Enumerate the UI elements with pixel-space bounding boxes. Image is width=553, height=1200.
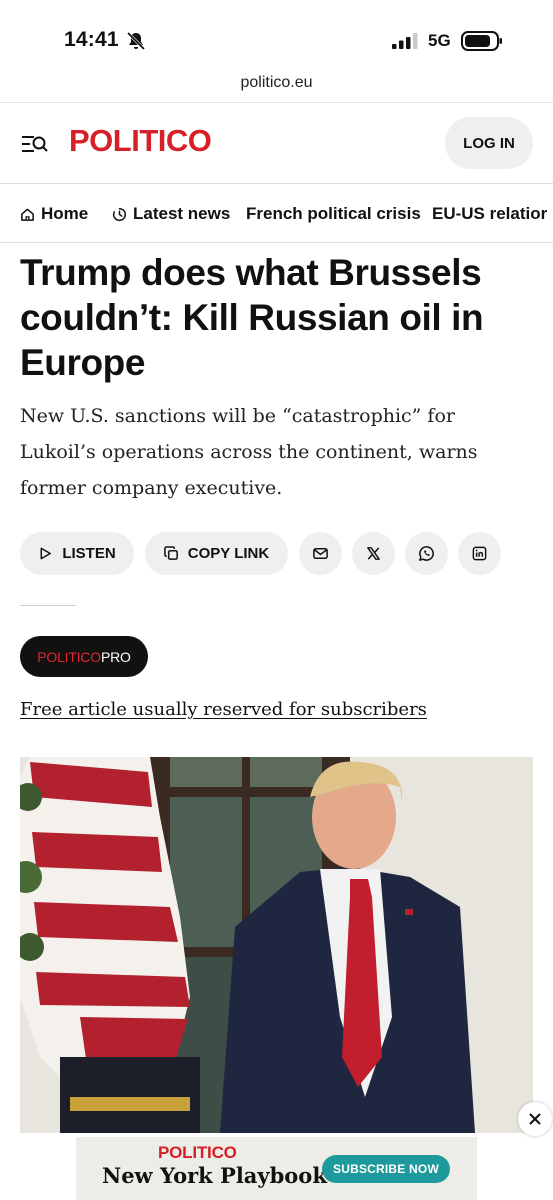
ad-brand: POLITICO (158, 1143, 237, 1162)
politico-pro-badge[interactable]: POLITICO PRO (20, 636, 148, 677)
article-dek: New U.S. sanctions will be “catastrophic… (20, 405, 478, 499)
politico-logo[interactable]: POLITICO (69, 123, 212, 159)
listen-label: LISTEN (62, 545, 116, 562)
clock-icon (112, 207, 126, 221)
free-article-link[interactable]: Free article usually reserved for subscr… (20, 699, 427, 720)
share-x-button[interactable] (352, 532, 395, 575)
battery-icon (461, 31, 502, 51)
linkedin-icon (472, 546, 487, 561)
badge-politico: POLITICO (37, 648, 101, 665)
listen-button[interactable]: LISTEN (20, 532, 134, 575)
section-nav: Home Latest news French political crisis… (0, 184, 553, 242)
browser-url[interactable]: politico.eu (0, 74, 553, 102)
mail-icon (313, 548, 328, 559)
share-whatsapp-button[interactable] (405, 532, 448, 575)
ad-banner[interactable]: POLITICO New York Playbook SUBSCRIBE NOW (76, 1137, 477, 1200)
copy-link-button[interactable]: COPY LINK (145, 532, 288, 575)
whatsapp-icon (419, 546, 434, 561)
article-headline: Trump does what Brussels couldn’t: Kill … (20, 252, 484, 383)
status-time: 14:41 (64, 28, 119, 51)
subscribe-button[interactable]: SUBSCRIBE NOW (322, 1155, 450, 1183)
home-icon (21, 208, 34, 221)
status-bar: 14:41 5G (0, 0, 553, 72)
site-header: POLITICO LOG IN (0, 103, 553, 183)
nav-item-french-political-crisis[interactable]: French political crisis (246, 204, 421, 224)
divider (20, 605, 76, 606)
nav-item-home[interactable]: Home (20, 204, 88, 224)
nav-item-label: Home (41, 204, 89, 223)
play-icon (40, 547, 52, 560)
ad-title: New York Playbook (102, 1163, 327, 1188)
x-icon (367, 547, 380, 560)
login-button[interactable]: LOG IN (445, 117, 533, 169)
copy-icon (163, 546, 178, 560)
nav-item-latest-news[interactable]: Latest news (112, 204, 230, 224)
close-icon (529, 1113, 541, 1125)
nav-item-label: Latest news (133, 204, 231, 223)
network-label: 5G (428, 31, 451, 50)
nav-item-label: French political crisis (246, 204, 421, 223)
article-photo (20, 757, 533, 1133)
nav-item-label: EU-US relatior (432, 204, 548, 223)
nav-item-eu-us-relations[interactable]: EU-US relatior (432, 204, 547, 224)
signal-icon (392, 33, 418, 49)
copy-link-label: COPY LINK (187, 545, 270, 562)
menu-search-icon[interactable] (20, 133, 48, 155)
bell-off-icon (126, 31, 146, 51)
badge-pro: PRO (101, 648, 131, 665)
share-linkedin-button[interactable] (458, 532, 501, 575)
share-email-button[interactable] (299, 532, 342, 575)
divider (0, 242, 553, 243)
ad-close-button[interactable] (518, 1102, 552, 1136)
